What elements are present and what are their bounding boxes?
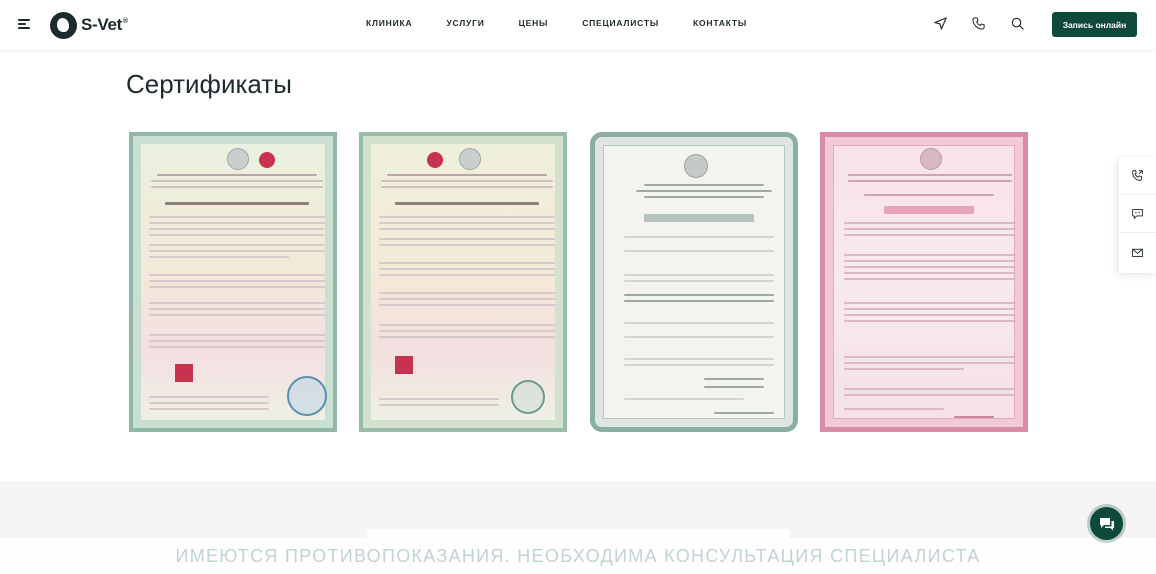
nav-item-services[interactable]: УСЛУГИ xyxy=(446,18,484,28)
logo-text: S-Vet® xyxy=(81,15,128,34)
chat-bubble-icon xyxy=(1132,208,1143,219)
disclaimer-text: ИМЕЮТСЯ ПРОТИВОПОКАЗАНИЯ. НЕОБХОДИМА КОН… xyxy=(0,538,1156,574)
logo[interactable]: S-Vet® xyxy=(50,10,128,40)
nav-item-clinic[interactable]: КЛИНИКА xyxy=(366,18,412,28)
nav-item-prices[interactable]: ЦЕНЫ xyxy=(519,18,549,28)
round-seal-icon xyxy=(511,380,545,414)
qr-stamp-icon xyxy=(175,364,193,382)
coat-of-arms-icon xyxy=(684,154,708,178)
certificate-image-3[interactable] xyxy=(590,132,798,432)
chat-widget-button[interactable] xyxy=(1090,507,1123,540)
nav-item-contacts[interactable]: КОНТАКТЫ xyxy=(693,18,747,28)
page-title: Сертификаты xyxy=(126,69,292,99)
side-contact-panel xyxy=(1119,157,1156,273)
blue-seal-icon xyxy=(287,376,327,416)
mail-icon xyxy=(1132,248,1143,257)
certificate-image-4[interactable] xyxy=(820,132,1028,432)
license-heading xyxy=(884,206,974,214)
site-header: S-Vet® КЛИНИКА УСЛУГИ ЦЕНЫ СПЕЦИАЛИСТЫ К… xyxy=(0,0,1156,49)
coat-of-arms-icon xyxy=(227,148,249,170)
certificate-image-1[interactable] xyxy=(129,132,337,432)
certificate-image-2[interactable] xyxy=(359,132,567,432)
side-call-back[interactable] xyxy=(1119,157,1156,195)
location-arrow-icon[interactable] xyxy=(933,16,948,31)
search-icon[interactable] xyxy=(1010,16,1025,31)
certificate-heading xyxy=(165,202,309,205)
side-chat[interactable] xyxy=(1119,195,1156,233)
coat-of-arms-icon xyxy=(920,148,942,170)
book-online-button[interactable]: Запись онлайн xyxy=(1052,12,1137,37)
chat-icon xyxy=(1099,517,1114,530)
menu-icon[interactable] xyxy=(18,19,30,29)
nav-item-specialists[interactable]: СПЕЦИАЛИСТЫ xyxy=(582,18,659,28)
certificate-heading xyxy=(395,202,539,205)
side-mail[interactable] xyxy=(1119,233,1156,271)
call-back-icon xyxy=(1132,170,1143,181)
qr-stamp-icon xyxy=(395,356,413,374)
red-seal-icon xyxy=(427,152,443,168)
main-nav: КЛИНИКА УСЛУГИ ЦЕНЫ СПЕЦИАЛИСТЫ КОНТАКТЫ xyxy=(366,18,781,28)
coat-of-arms-icon xyxy=(459,148,481,170)
red-seal-icon xyxy=(259,152,275,168)
logo-mark-icon xyxy=(50,11,77,39)
license-heading xyxy=(644,214,754,222)
phone-icon[interactable] xyxy=(971,16,986,31)
